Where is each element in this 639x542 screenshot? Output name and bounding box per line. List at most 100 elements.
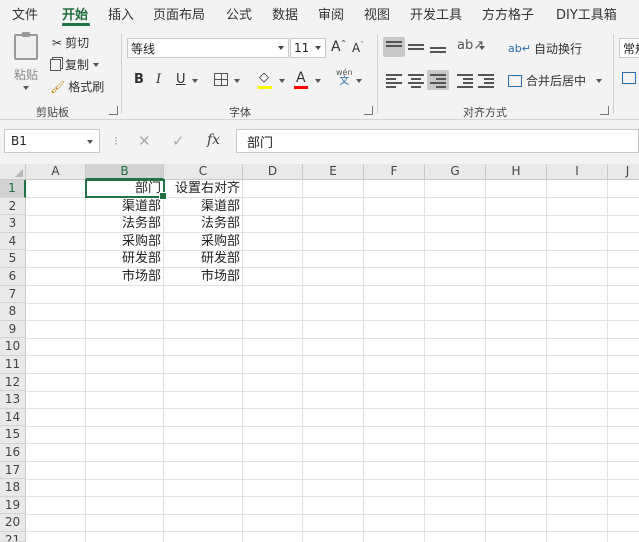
row-header-5[interactable]: 5 [0, 250, 26, 268]
enter-icon[interactable]: ✓ [172, 132, 185, 150]
bold-button[interactable]: B [134, 72, 144, 87]
tab-page-layout[interactable]: 页面布局 [153, 4, 205, 23]
underline-dropdown-icon[interactable] [192, 79, 198, 83]
column-header-b[interactable]: B [86, 164, 164, 180]
cancel-icon[interactable]: ✕ [138, 132, 151, 150]
more-options-icon[interactable]: ⁝ [114, 134, 118, 148]
underline-button[interactable]: U [176, 72, 186, 87]
paste-dropdown-icon[interactable] [23, 86, 29, 90]
row-header-9[interactable]: 9 [0, 320, 26, 339]
clipboard-launcher-icon[interactable] [109, 106, 118, 115]
row-header-16[interactable]: 16 [0, 444, 26, 462]
tab-diy-toolbox[interactable]: DIY工具箱 [556, 4, 617, 23]
row-header-12[interactable]: 12 [0, 373, 26, 392]
decrease-indent-icon[interactable] [457, 74, 473, 88]
cell-c4[interactable]: 采购部 [164, 233, 243, 251]
row-header-2[interactable]: 2 [0, 197, 26, 216]
select-all-button[interactable] [0, 164, 26, 180]
column-header-a[interactable]: A [26, 164, 86, 180]
accounting-format-icon[interactable] [622, 72, 636, 84]
fill-color-dropdown-icon[interactable] [279, 79, 285, 83]
cell-b5[interactable]: 研发部 [86, 250, 164, 268]
cell-b2[interactable]: 渠道部 [86, 198, 164, 216]
merge-dropdown-icon[interactable] [596, 78, 603, 83]
row-header-20[interactable]: 20 [0, 514, 26, 532]
row-header-4[interactable]: 4 [0, 232, 26, 251]
paste-button[interactable]: 粘贴 [14, 66, 38, 83]
column-header-f[interactable]: F [364, 164, 425, 180]
phonetic-guide-icon[interactable]: wén 文 [336, 68, 353, 87]
tab-view[interactable]: 视图 [364, 4, 390, 23]
top-align-icon[interactable] [386, 41, 402, 55]
column-header-i[interactable]: I [547, 164, 608, 180]
tab-home[interactable]: 开始 [62, 4, 88, 23]
row-header-10[interactable]: 10 [0, 338, 26, 356]
row-header-1[interactable]: 1 [0, 180, 26, 198]
merge-center-button[interactable]: 合并后居中 [508, 72, 603, 89]
font-color-dropdown-icon[interactable] [315, 79, 321, 83]
borders-dropdown-icon[interactable] [234, 79, 240, 83]
column-header-j[interactable]: J [608, 164, 639, 180]
column-header-c[interactable]: C [164, 164, 243, 180]
tab-formulas[interactable]: 公式 [226, 4, 252, 23]
decrease-font-size-button[interactable]: Aˇ [352, 41, 364, 55]
increase-indent-icon[interactable] [478, 74, 494, 88]
tab-data[interactable]: 数据 [272, 4, 298, 23]
row-header-3[interactable]: 3 [0, 215, 26, 233]
borders-icon[interactable] [214, 73, 228, 86]
align-left-icon[interactable] [386, 74, 402, 88]
increase-font-size-button[interactable]: A^ [331, 39, 346, 55]
column-header-d[interactable]: D [243, 164, 303, 180]
cell-c1[interactable]: 设置右对齐 [164, 180, 243, 198]
tab-developer[interactable]: 开发工具 [410, 4, 462, 23]
copy-button[interactable]: 复制 [50, 56, 100, 73]
cell-b6[interactable]: 市场部 [86, 268, 164, 286]
name-box[interactable]: B1 [4, 129, 100, 153]
insert-function-icon[interactable]: fx [207, 132, 220, 148]
align-right-icon[interactable] [430, 74, 446, 88]
cell-c3[interactable]: 法务部 [164, 215, 243, 233]
font-size-select[interactable]: 11 [290, 38, 326, 58]
middle-align-icon[interactable] [408, 41, 424, 55]
font-color-icon[interactable]: A [296, 70, 306, 86]
font-name-select[interactable]: 等线 [127, 38, 289, 58]
cell-b3[interactable]: 法务部 [86, 215, 164, 233]
tab-review[interactable]: 审阅 [318, 4, 344, 23]
row-header-13[interactable]: 13 [0, 391, 26, 409]
font-launcher-icon[interactable] [364, 106, 373, 115]
row-header-7[interactable]: 7 [0, 285, 26, 304]
orientation-dropdown-icon[interactable] [479, 46, 485, 50]
column-header-g[interactable]: G [425, 164, 486, 180]
paste-icon[interactable] [14, 32, 38, 60]
cell-c5[interactable]: 研发部 [164, 250, 243, 268]
row-header-8[interactable]: 8 [0, 303, 26, 321]
cell-c6[interactable]: 市场部 [164, 268, 243, 286]
tab-file[interactable]: 文件 [12, 4, 38, 23]
align-center-icon[interactable] [408, 74, 424, 88]
row-header-17[interactable]: 17 [0, 461, 26, 480]
format-painter-button[interactable]: 🖌 格式刷 [50, 78, 104, 95]
tab-insert[interactable]: 插入 [108, 4, 134, 23]
column-header-h[interactable]: H [486, 164, 547, 180]
wrap-text-button[interactable]: ab↵ 自动换行 [508, 40, 582, 57]
fill-color-icon[interactable]: ◇ [259, 70, 269, 85]
row-header-19[interactable]: 19 [0, 496, 26, 515]
number-format-select[interactable]: 常规 [619, 38, 639, 58]
row-header-11[interactable]: 11 [0, 356, 26, 374]
column-header-e[interactable]: E [303, 164, 364, 180]
row-header-14[interactable]: 14 [0, 408, 26, 427]
italic-button[interactable]: I [156, 72, 161, 87]
phonetic-dropdown-icon[interactable] [356, 79, 362, 83]
row-header-6[interactable]: 6 [0, 268, 26, 286]
row-header-18[interactable]: 18 [0, 479, 26, 497]
cut-button[interactable]: ✂ 剪切 [52, 34, 89, 51]
row-header-21[interactable]: 21 [0, 532, 26, 542]
bottom-align-icon[interactable] [430, 41, 446, 55]
alignment-launcher-icon[interactable] [600, 106, 609, 115]
cell-area[interactable]: 部门 渠道部 法务部 采购部 研发部 市场部 设置右对齐 渠道部 法务部 采购部… [26, 179, 639, 542]
cell-b4[interactable]: 采购部 [86, 233, 164, 251]
row-header-15[interactable]: 15 [0, 426, 26, 444]
cell-c2[interactable]: 渠道部 [164, 198, 243, 216]
tab-fangfang[interactable]: 方方格子 [482, 4, 534, 23]
copy-dropdown-icon[interactable] [93, 62, 100, 67]
